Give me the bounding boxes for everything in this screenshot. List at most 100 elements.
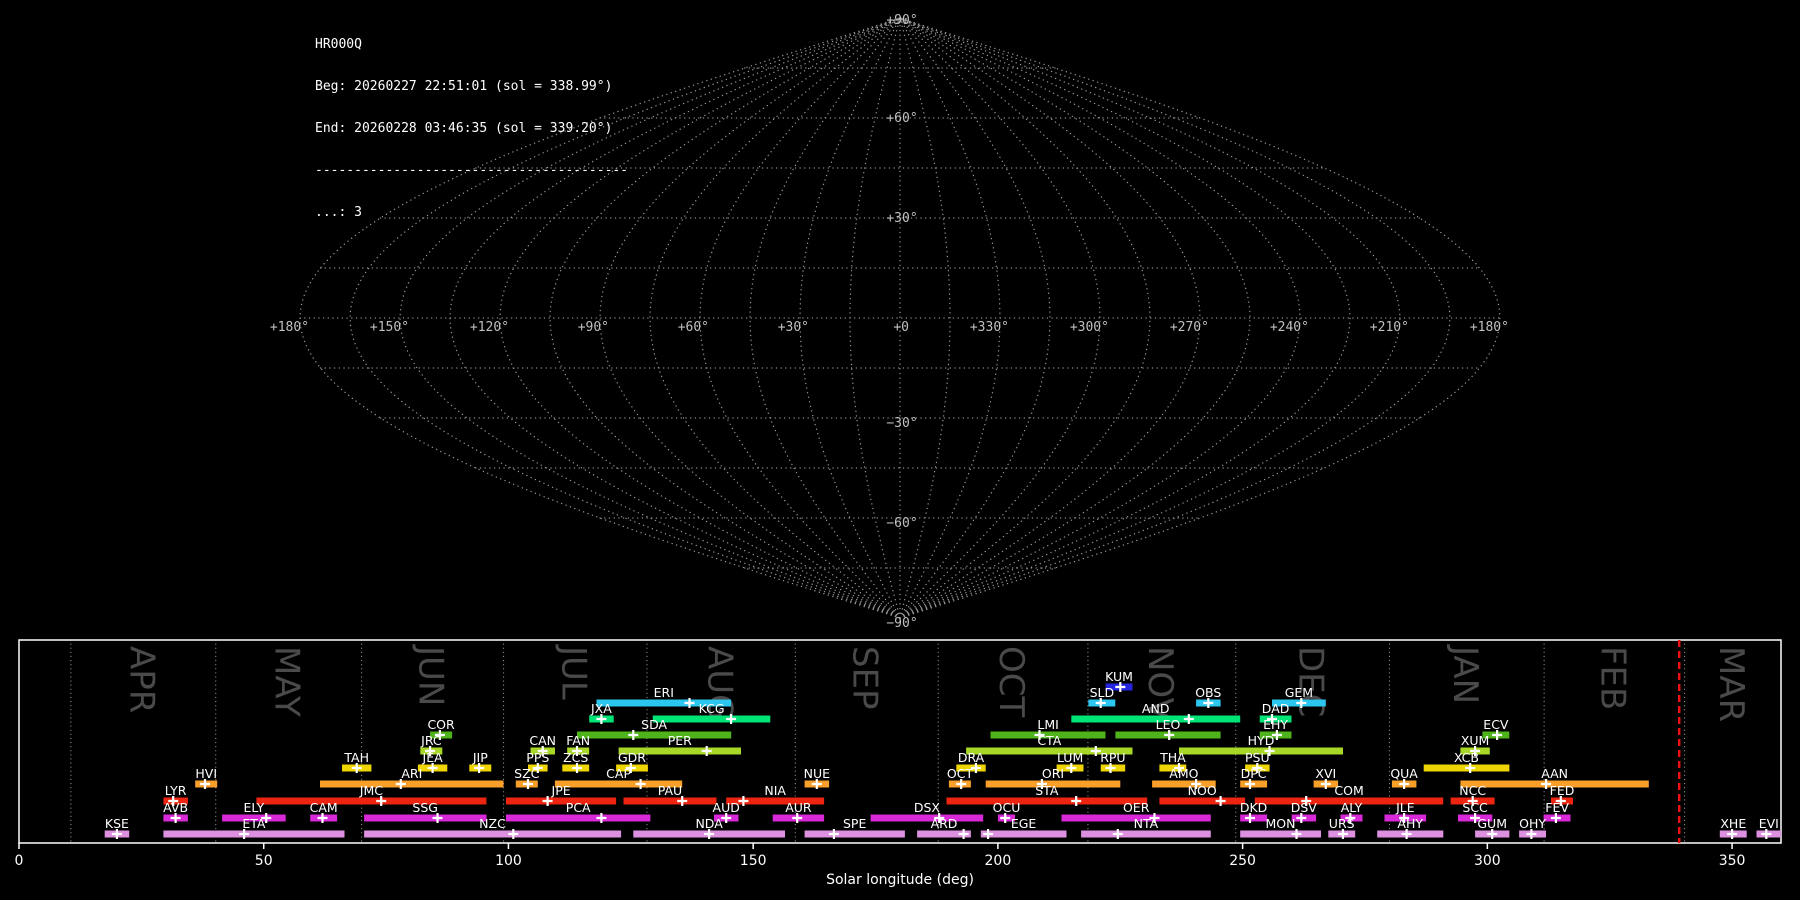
shower-label-AUD: AUD — [713, 800, 740, 815]
month-label-jan: JAN — [1445, 644, 1485, 704]
shower-bar-NTA — [1081, 830, 1211, 838]
shower-label-OBS: OBS — [1195, 685, 1221, 700]
shower-label-PER: PER — [668, 733, 692, 748]
x-tick-label: 300 — [1474, 853, 1501, 869]
shower-label-ALY: ALY — [1341, 800, 1363, 815]
shower-label-XCB: XCB — [1454, 750, 1479, 765]
shower-label-ELY: ELY — [243, 800, 264, 815]
shower-label-LUM: LUM — [1057, 750, 1083, 765]
lon-label: +240° — [1270, 320, 1309, 335]
shower-bar-PAU — [623, 797, 717, 805]
shower-label-SSG: SSG — [412, 800, 438, 815]
x-tick-label: 50 — [255, 853, 273, 869]
lon-label: +210° — [1370, 320, 1409, 335]
shower-label-HYD: HYD — [1248, 733, 1275, 748]
month-label-may: MAY — [267, 646, 307, 717]
shower-bar-DSX — [870, 814, 984, 822]
station-id: HR000Q — [315, 37, 362, 52]
x-tick-label: 0 — [15, 853, 24, 869]
shower-label-STA: STA — [1035, 783, 1059, 798]
shower-label-NIA: NIA — [764, 783, 786, 798]
shower-label-LYR: LYR — [165, 783, 187, 798]
shower-label-ARI: ARI — [401, 766, 422, 781]
session-end: End: 20260228 03:46:35 (sol = 339.20°) — [315, 121, 613, 136]
meteor-count: ...: 3 — [315, 205, 362, 220]
shower-bar-STA — [946, 797, 1148, 805]
lon-label: +180° — [1470, 320, 1509, 335]
shower-bar-JMC — [256, 797, 487, 805]
grid-meridian — [899, 17, 1151, 619]
x-tick-label: 200 — [985, 853, 1012, 869]
shower-label-AMO: AMO — [1169, 766, 1198, 781]
shower-bar-SPE — [804, 830, 905, 838]
lon-label: +150° — [370, 320, 409, 335]
lon-label: +330° — [970, 320, 1009, 335]
session-begin: Beg: 20260227 22:51:01 (sol = 338.99°) — [315, 79, 613, 94]
shower-label-OCT: OCT — [947, 766, 974, 781]
shower-label-JRC: JRC — [420, 733, 442, 748]
shower-label-NTA: NTA — [1134, 816, 1159, 831]
month-label-dec: DEC — [1291, 646, 1331, 717]
lat-label: +90° — [886, 13, 917, 28]
shower-label-TAH: TAH — [343, 750, 369, 765]
month-label-jun: JUN — [411, 644, 451, 706]
shower-label-AUR: AUR — [785, 800, 812, 815]
shower-label-XVI: XVI — [1315, 766, 1336, 781]
shower-label-ERI: ERI — [654, 685, 674, 700]
shower-label-OHY: OHY — [1519, 816, 1546, 831]
screenshot-root: +90° +60° +30° −30° −60° −90° +180° +150° +120° +… — [0, 0, 1800, 900]
month-label-jul: JUL — [553, 644, 593, 700]
lat-label: +60° — [886, 111, 917, 126]
shower-label-ETA: ETA — [242, 816, 266, 831]
session-info-block: HR000Q Beg: 20260227 22:51:01 (sol = 338… — [315, 10, 628, 248]
shower-label-JXA: JXA — [590, 701, 612, 716]
month-label-sep: SEP — [845, 646, 885, 710]
shower-bar-SDA — [577, 731, 732, 739]
shower-label-XHE: XHE — [1720, 816, 1746, 831]
shower-bar-ARI — [320, 780, 504, 788]
shower-label-CAP: CAP — [606, 766, 631, 781]
shower-label-GEM: GEM — [1285, 685, 1313, 700]
shower-label-QUA: QUA — [1390, 766, 1418, 781]
shower-label-NUE: NUE — [804, 766, 830, 781]
shower-label-FEV: FEV — [1545, 800, 1569, 815]
lon-label: +30° — [778, 320, 809, 335]
shower-label-JIP: JIP — [472, 750, 488, 765]
lon-label: +120° — [470, 320, 509, 335]
shower-label-OER: OER — [1123, 800, 1150, 815]
shower-label-THA: THA — [1159, 750, 1186, 765]
shower-label-ORI: ORI — [1042, 766, 1064, 781]
shower-label-AVB: AVB — [163, 800, 188, 815]
shower-label-SZC: SZC — [514, 766, 539, 781]
month-label-apr: APR — [121, 646, 161, 713]
shower-label-PSU: PSU — [1245, 750, 1270, 765]
shower-label-MON: MON — [1266, 816, 1296, 831]
activity-timeline: APR MAY JUN JUL AUG SEP OCT NOV DEC JAN FEB MARKUME… — [15, 639, 1782, 888]
shower-label-DSX: DSX — [914, 800, 941, 815]
lat-label: −60° — [886, 516, 917, 531]
shower-label-JMC: JMC — [359, 783, 383, 798]
shower-label-CAM: CAM — [310, 800, 338, 815]
month-label-mar: MAR — [1711, 646, 1751, 722]
month-label-feb: FEB — [1593, 646, 1633, 710]
lon-label: +90° — [578, 320, 609, 335]
month-label-oct: OCT — [991, 646, 1031, 718]
shower-label-KCG: KCG — [699, 701, 725, 716]
shower-label-KUM: KUM — [1105, 669, 1133, 684]
shower-bar-NOO — [1159, 797, 1246, 805]
lon-label: +180° — [270, 320, 309, 335]
shower-label-DAD: DAD — [1262, 701, 1290, 716]
lat-label: −30° — [886, 416, 917, 431]
shower-label-PAU: PAU — [658, 783, 682, 798]
shower-label-GDR: GDR — [618, 750, 646, 765]
lon-label: +0 — [893, 320, 909, 335]
shower-label-JPE: JPE — [551, 783, 571, 798]
shower-label-FAN: FAN — [566, 733, 590, 748]
shower-label-PPS: PPS — [526, 750, 549, 765]
shower-label-ARD: ARD — [931, 816, 958, 831]
shower-label-AND: AND — [1142, 701, 1170, 716]
shower-bar-SSG — [364, 814, 487, 822]
shower-label-CTA: CTA — [1037, 733, 1061, 748]
shower-label-LMI: LMI — [1037, 717, 1058, 732]
shower-label-GUM: GUM — [1477, 816, 1507, 831]
